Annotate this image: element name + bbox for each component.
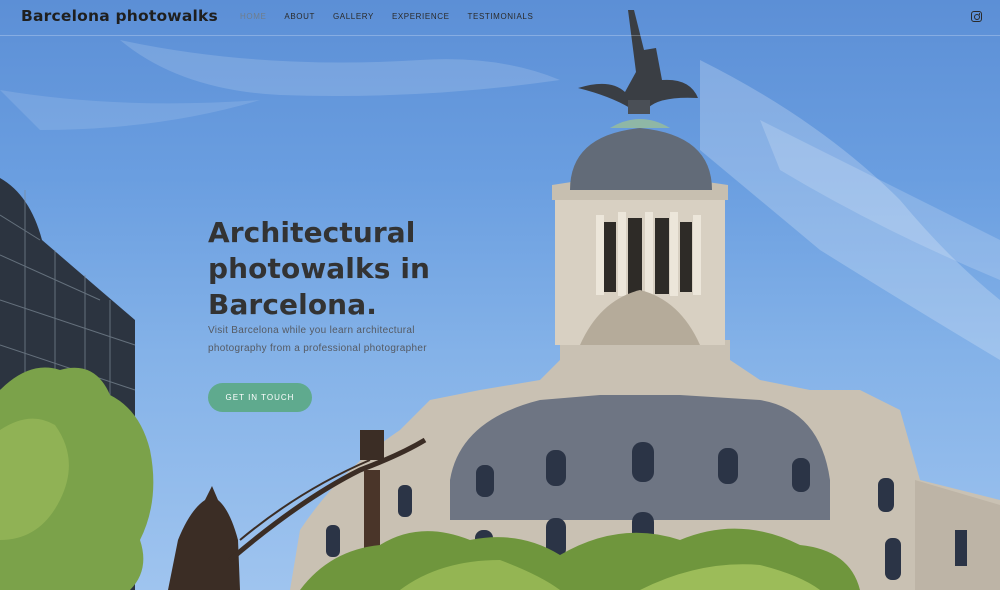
get-in-touch-button[interactable]: GET IN TOUCH (208, 383, 312, 412)
hero-headline-line-1: Architectural (208, 216, 416, 249)
hero-headline-line-2: photowalks in (208, 252, 431, 285)
top-nav-bar: Barcelona photowalks HOME ABOUT GALLERY … (0, 0, 1000, 36)
nav-experience[interactable]: EXPERIENCE (392, 12, 450, 21)
main-nav: HOME ABOUT GALLERY EXPERIENCE TESTIMONIA… (240, 12, 551, 21)
hero-subtext-line-2: photography from a professional photogra… (208, 343, 427, 354)
hero-background (0, 0, 1000, 590)
hero-headline-line-3: Barcelona. (208, 288, 377, 321)
nav-about[interactable]: ABOUT (284, 12, 315, 21)
hero-photo (0, 10, 1000, 590)
hero-subtext: Visit Barcelona while you learn architec… (208, 322, 448, 358)
nav-gallery[interactable]: GALLERY (333, 12, 374, 21)
hero-headline: Architectural photowalks in Barcelona. (208, 215, 468, 323)
nav-home[interactable]: HOME (240, 12, 266, 21)
instagram-icon[interactable] (971, 11, 982, 22)
hero-subtext-line-1: Visit Barcelona while you learn architec… (208, 325, 415, 336)
nav-testimonials[interactable]: TESTIMONIALS (468, 12, 534, 21)
site-brand-logo[interactable]: Barcelona photowalks (21, 7, 218, 25)
